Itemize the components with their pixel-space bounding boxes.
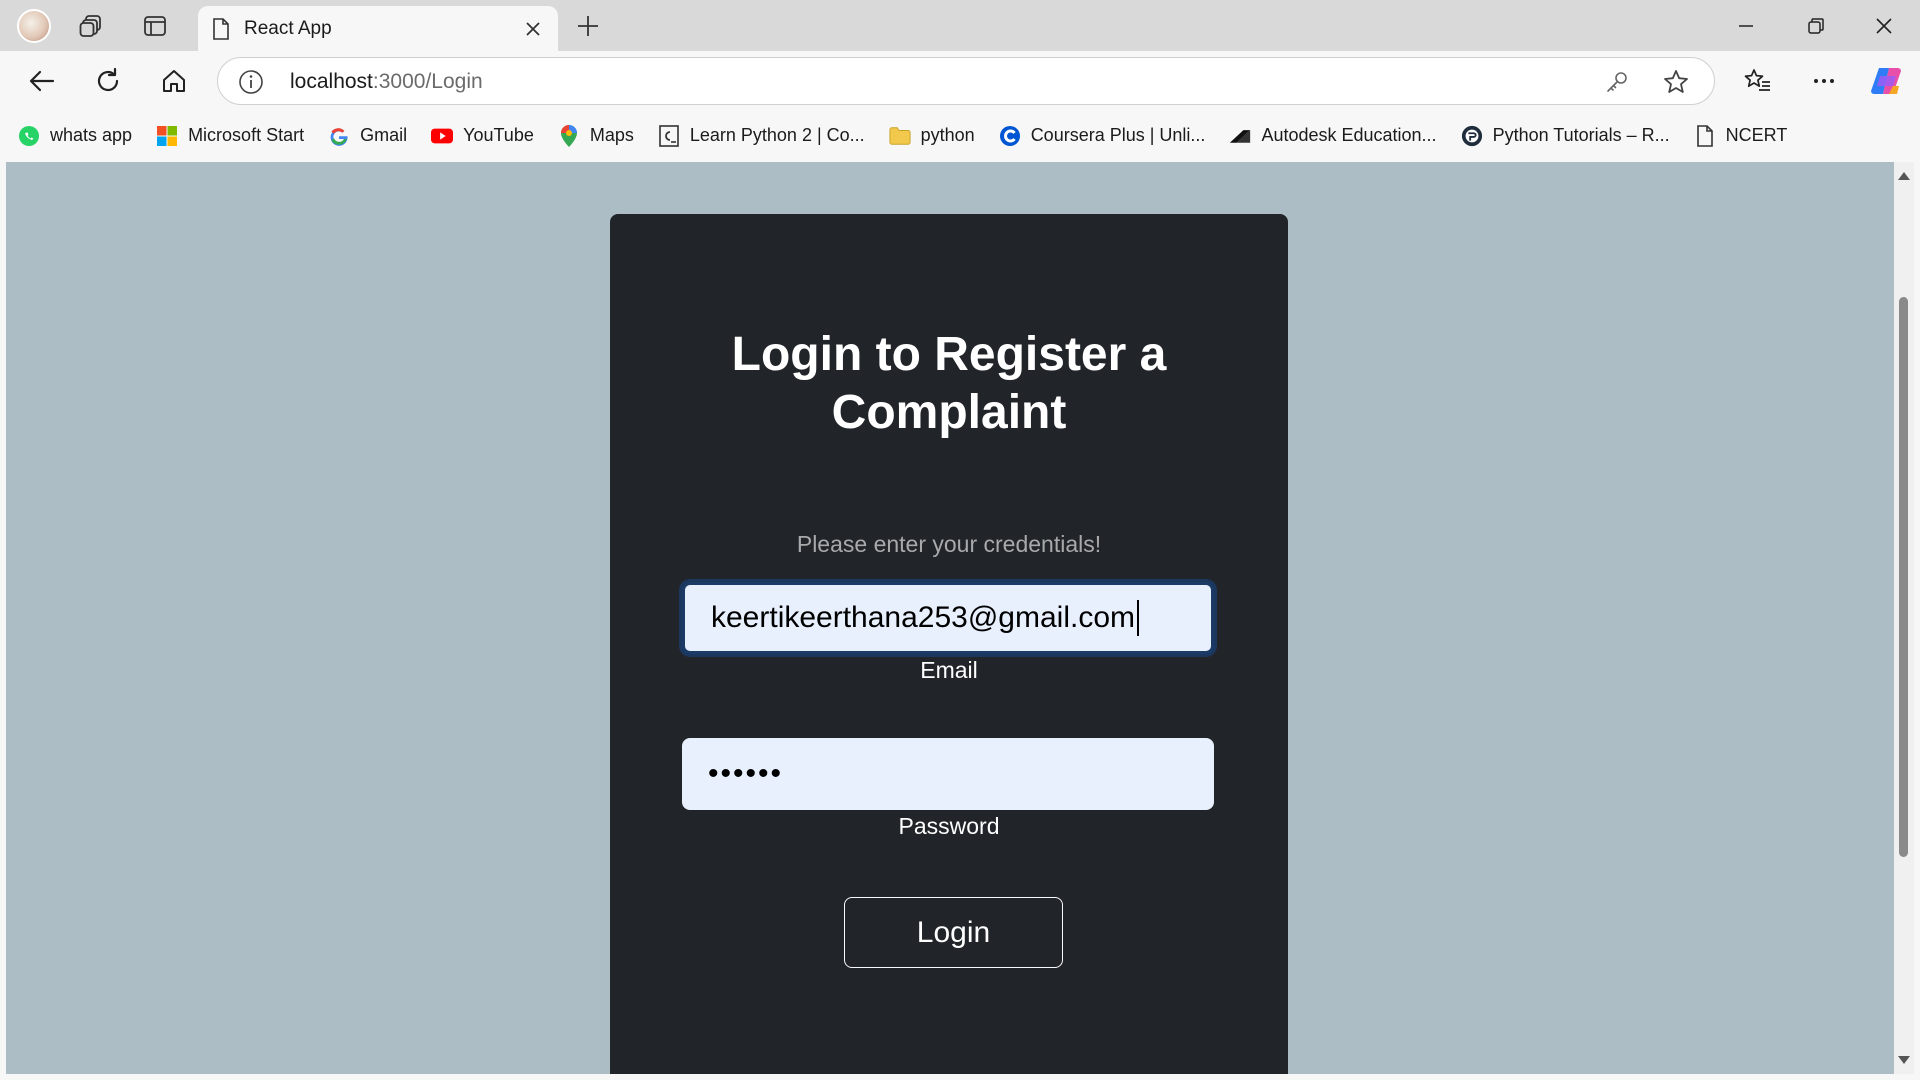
url-host: localhost bbox=[290, 70, 373, 93]
realpython-icon bbox=[1461, 125, 1483, 147]
page-scrollbar[interactable] bbox=[1894, 162, 1914, 1074]
folder-icon bbox=[889, 125, 911, 147]
restore-icon[interactable] bbox=[1784, 0, 1848, 51]
login-card: Login to Register a Complaint Please ent… bbox=[610, 214, 1288, 1074]
bookmark-whats-app[interactable]: whats app bbox=[18, 125, 132, 147]
autodesk-icon bbox=[1229, 125, 1251, 147]
whatsapp-icon bbox=[18, 125, 40, 147]
page-icon bbox=[1694, 124, 1716, 147]
bookmark-autodesk[interactable]: Autodesk Education... bbox=[1229, 125, 1437, 147]
email-field[interactable]: keertikeerthana253@gmail.com bbox=[682, 582, 1214, 654]
password-value: •••••• bbox=[708, 757, 784, 790]
tab-strip: React App bbox=[0, 0, 1920, 51]
bookmark-label: NCERT bbox=[1725, 125, 1788, 145]
microsoft-icon bbox=[156, 125, 178, 147]
tab-title: React App bbox=[244, 17, 332, 39]
bookmark-label: whats app bbox=[50, 125, 133, 145]
bookmark-label: Learn Python 2 | Co... bbox=[689, 125, 865, 145]
bookmark-label: python bbox=[920, 125, 975, 145]
scroll-up-arrow-icon[interactable] bbox=[1898, 172, 1910, 180]
url-path: :3000/Login bbox=[372, 70, 483, 93]
password-key-icon[interactable] bbox=[1604, 69, 1630, 95]
page-viewport: Login to Register a Complaint Please ent… bbox=[6, 162, 1894, 1074]
bookmarks-bar: whats app Microsoft Start Gmail YouTube … bbox=[0, 111, 1920, 160]
url-text[interactable]: localhost:3000/Login bbox=[290, 70, 483, 94]
favorite-star-icon[interactable] bbox=[1662, 68, 1690, 96]
vertical-tabs-icon[interactable] bbox=[137, 8, 173, 44]
bookmark-maps[interactable]: Maps bbox=[558, 124, 634, 147]
refresh-icon[interactable] bbox=[88, 61, 128, 101]
bookmark-label: Maps bbox=[589, 125, 634, 145]
home-icon[interactable] bbox=[154, 61, 194, 101]
codecademy-icon bbox=[658, 124, 680, 147]
favorites-list-icon[interactable] bbox=[1738, 61, 1778, 101]
close-tab-icon[interactable] bbox=[520, 16, 546, 42]
bookmark-label: Coursera Plus | Unli... bbox=[1030, 125, 1206, 145]
text-cursor bbox=[1137, 600, 1139, 636]
scrollbar-thumb[interactable] bbox=[1899, 297, 1908, 857]
back-arrow-icon[interactable] bbox=[22, 61, 62, 101]
site-info-icon[interactable] bbox=[238, 69, 264, 95]
bookmark-python-folder[interactable]: python bbox=[889, 125, 975, 147]
close-window-icon[interactable] bbox=[1852, 0, 1916, 51]
address-bar[interactable]: localhost:3000/Login bbox=[217, 57, 1715, 105]
bookmark-microsoft-start[interactable]: Microsoft Start bbox=[156, 125, 304, 147]
bookmark-label: YouTube bbox=[463, 125, 534, 145]
copilot-icon[interactable] bbox=[1866, 61, 1906, 101]
tab-react-app[interactable]: React App bbox=[198, 6, 558, 51]
bookmark-label: Gmail bbox=[360, 125, 408, 145]
bookmark-learn-python[interactable]: Learn Python 2 | Co... bbox=[658, 124, 865, 147]
scroll-down-arrow-icon[interactable] bbox=[1898, 1056, 1910, 1064]
more-options-icon[interactable] bbox=[1804, 61, 1844, 101]
coursera-icon bbox=[999, 125, 1021, 147]
profile-avatar[interactable] bbox=[17, 9, 51, 43]
page-title: Login to Register a Complaint bbox=[731, 328, 1167, 439]
google-icon bbox=[328, 125, 350, 147]
youtube-icon bbox=[431, 125, 454, 147]
email-value: keertikeerthana253@gmail.com bbox=[711, 601, 1135, 634]
bookmark-python-tutorials[interactable]: Python Tutorials – R... bbox=[1461, 125, 1670, 147]
minimize-icon[interactable] bbox=[1714, 0, 1778, 51]
bookmark-label: Microsoft Start bbox=[188, 125, 305, 145]
navigation-bar: localhost:3000/Login bbox=[0, 51, 1920, 111]
bookmark-gmail[interactable]: Gmail bbox=[328, 125, 407, 147]
bookmark-coursera[interactable]: Coursera Plus | Unli... bbox=[999, 125, 1206, 147]
maps-pin-icon bbox=[558, 124, 580, 147]
bookmark-label: Python Tutorials – R... bbox=[1492, 125, 1670, 145]
workspaces-icon[interactable] bbox=[74, 8, 110, 44]
bookmark-ncert[interactable]: NCERT bbox=[1694, 124, 1788, 147]
email-label: Email bbox=[920, 657, 978, 683]
page-icon bbox=[212, 17, 230, 40]
page-subtitle: Please enter your credentials! bbox=[796, 531, 1102, 557]
password-field[interactable]: •••••• bbox=[682, 738, 1214, 810]
bookmark-label: Autodesk Education... bbox=[1261, 125, 1437, 145]
password-label: Password bbox=[898, 813, 1000, 839]
login-button[interactable]: Login bbox=[844, 897, 1063, 968]
bookmark-youtube[interactable]: YouTube bbox=[431, 125, 534, 147]
new-tab-button[interactable] bbox=[570, 8, 606, 44]
